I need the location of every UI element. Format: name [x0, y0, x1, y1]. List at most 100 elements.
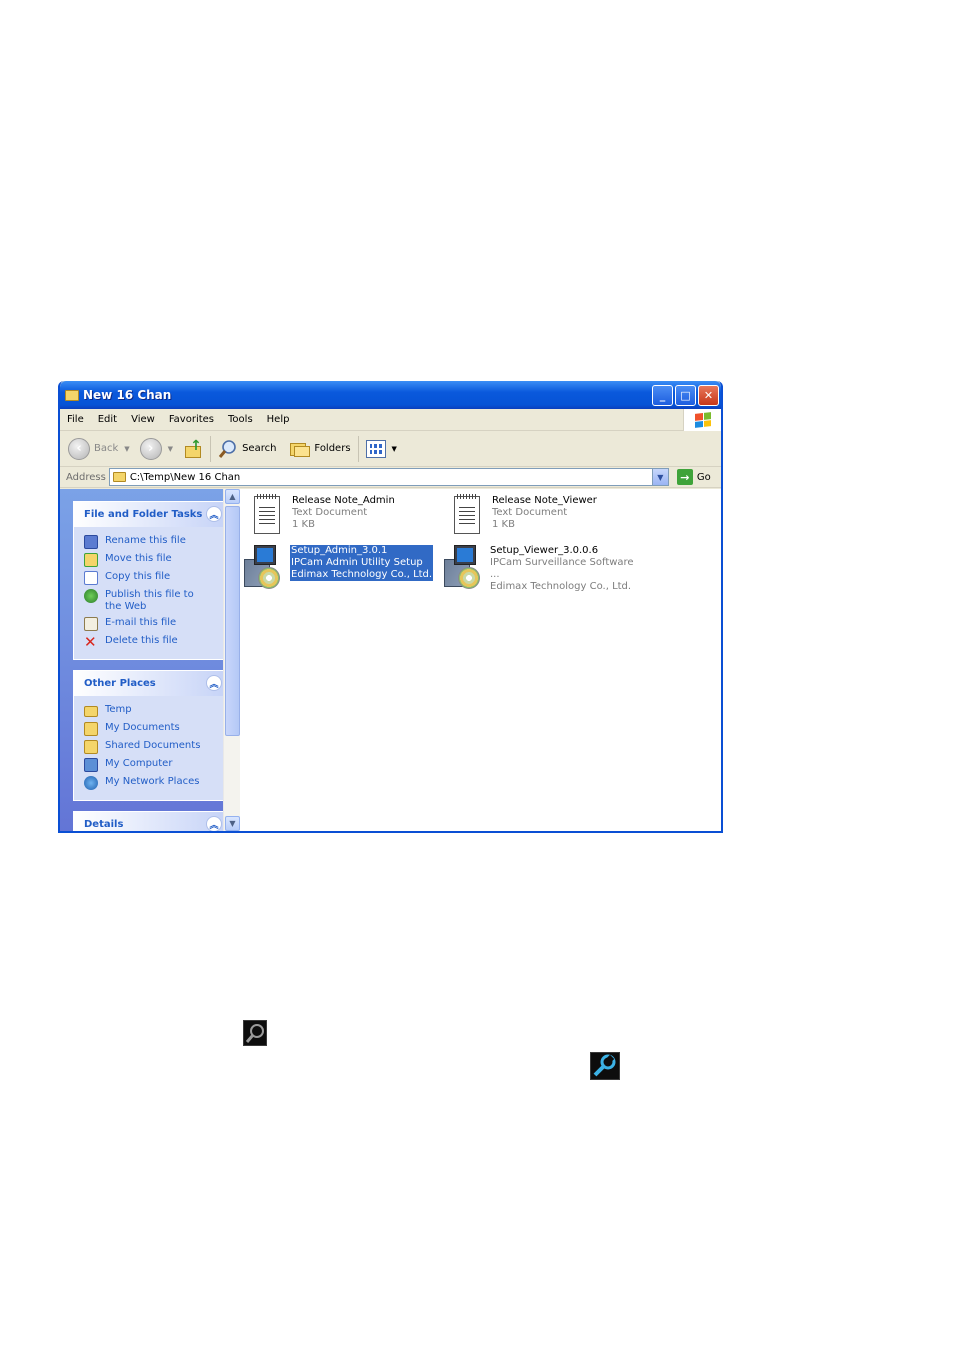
file-size: 1 KB [492, 519, 515, 530]
move-icon [84, 553, 98, 567]
search-button[interactable]: Search [242, 443, 276, 454]
chevron-down-icon[interactable]: ▼ [651, 469, 668, 485]
menu-edit[interactable]: Edit [91, 414, 124, 425]
panel-header[interactable]: Details ︽ [74, 812, 226, 831]
my-computer-icon [84, 758, 98, 772]
task-move[interactable]: Move this file [84, 553, 226, 571]
toolbar: ‹ Back ▼ › ▼ ↑ Search Folders ▼ [60, 431, 721, 467]
text-document-icon [250, 494, 284, 535]
file-item[interactable]: Setup_Viewer_3.0.0.6 IPCam Surveillance … [444, 545, 644, 593]
file-item[interactable]: Release Note_Viewer Text Document 1 KB [450, 494, 650, 535]
search-icon[interactable] [218, 439, 238, 459]
task-pane: File and Folder Tasks ︽ Rename this file… [60, 489, 240, 831]
minimize-button[interactable]: _ [652, 384, 673, 406]
shared-folder-icon [84, 740, 98, 754]
place-temp[interactable]: Temp [84, 704, 226, 722]
file-description: IPCam Surveillance Software ... [490, 557, 634, 580]
menu-bar: File Edit View Favorites Tools Help [60, 409, 721, 431]
file-company: Edimax Technology Co., Ltd. [490, 581, 632, 592]
delete-icon: ✕ [84, 633, 97, 651]
setup-installer-icon [444, 545, 484, 589]
my-documents-icon [84, 722, 98, 736]
wrench-icon [590, 1052, 620, 1080]
panel-header[interactable]: Other Places ︽ [74, 671, 226, 696]
address-input[interactable]: C:\Temp\New 16 Chan ▼ [108, 468, 669, 486]
back-arrow-icon[interactable]: ‹ [68, 437, 90, 460]
other-places-panel: Other Places ︽ Temp My Documents Shared … [73, 670, 227, 801]
folder-icon [112, 472, 126, 482]
text-document-icon [450, 494, 484, 535]
setup-installer-icon [244, 545, 284, 589]
folder-icon [84, 706, 98, 717]
explorer-window: New 16 Chan _ □ ✕ File Edit View Favorit… [58, 381, 723, 833]
file-name: Setup_Viewer_3.0.0.6 [490, 545, 599, 556]
details-panel: Details ︽ [73, 811, 227, 831]
menu-view[interactable]: View [124, 414, 162, 425]
toolbar-separator [357, 435, 359, 462]
task-pane-scrollbar[interactable]: ▲ ▼ [223, 489, 240, 831]
task-copy[interactable]: Copy this file [84, 571, 226, 589]
menu-favorites[interactable]: Favorites [162, 414, 221, 425]
email-icon [84, 617, 98, 631]
panel-title: File and Folder Tasks [84, 509, 203, 520]
back-dropdown-icon[interactable]: ▼ [124, 445, 129, 453]
folders-icon[interactable] [290, 440, 311, 458]
panel-title: Other Places [84, 678, 156, 689]
panel-title: Details [84, 819, 124, 830]
place-my-documents[interactable]: My Documents [84, 722, 226, 740]
window-title: New 16 Chan [83, 388, 172, 402]
forward-button[interactable]: › [139, 437, 162, 460]
file-name: Release Note_Viewer [492, 495, 597, 506]
task-rename[interactable]: Rename this file [84, 535, 226, 553]
toolbar-separator [210, 435, 212, 462]
title-bar[interactable]: New 16 Chan _ □ ✕ [60, 381, 721, 409]
go-arrow-icon: → [676, 469, 693, 485]
file-item[interactable]: Release Note_Admin Text Document 1 KB [250, 494, 450, 535]
up-folder-icon[interactable]: ↑ [183, 438, 203, 460]
place-shared-documents[interactable]: Shared Documents [84, 740, 226, 758]
address-bar: Address C:\Temp\New 16 Chan ▼ → Go [60, 467, 721, 488]
panel-header[interactable]: File and Folder Tasks ︽ [74, 502, 226, 527]
task-publish[interactable]: Publish this file to the Web [84, 589, 226, 613]
place-network[interactable]: My Network Places [84, 776, 226, 794]
collapse-icon[interactable]: ︽ [206, 816, 222, 831]
go-button[interactable]: → Go [676, 469, 711, 485]
scroll-up-button[interactable]: ▲ [225, 489, 240, 504]
close-button[interactable]: ✕ [698, 384, 719, 406]
views-dropdown-icon[interactable]: ▼ [392, 445, 397, 453]
place-my-computer[interactable]: My Computer [84, 758, 226, 776]
file-list: Release Note_Admin Text Document 1 KB Re… [240, 489, 721, 831]
scroll-down-button[interactable]: ▼ [225, 816, 240, 831]
file-type: Text Document [292, 507, 368, 518]
back-button[interactable]: Back [94, 443, 118, 454]
folders-button[interactable]: Folders [314, 443, 350, 454]
forward-dropdown-icon[interactable]: ▼ [168, 445, 173, 453]
collapse-icon[interactable]: ︽ [206, 675, 222, 691]
menu-tools[interactable]: Tools [221, 414, 260, 425]
publish-web-icon [84, 589, 98, 603]
file-company: Edimax Technology Co., Ltd. [291, 569, 433, 580]
scroll-thumb[interactable] [225, 506, 240, 736]
copy-icon [84, 571, 98, 585]
go-label: Go [696, 471, 711, 483]
file-name: Setup_Admin_3.0.1 [291, 545, 388, 556]
menu-help[interactable]: Help [260, 414, 297, 425]
file-size: 1 KB [292, 519, 315, 530]
file-description: IPCam Admin Utility Setup [291, 557, 423, 568]
file-folder-tasks-panel: File and Folder Tasks ︽ Rename this file… [73, 501, 227, 660]
search-icon [243, 1020, 267, 1046]
network-icon [84, 776, 98, 790]
folder-icon [65, 389, 79, 401]
file-name: Release Note_Admin [292, 495, 395, 506]
menu-file[interactable]: File [60, 414, 91, 425]
views-icon[interactable] [365, 439, 386, 458]
maximize-button[interactable]: □ [675, 384, 696, 406]
file-type: Text Document [492, 507, 568, 518]
task-delete[interactable]: ✕ Delete this file [84, 635, 226, 653]
task-email[interactable]: E-mail this file [84, 617, 226, 635]
file-item-selected[interactable]: Setup_Admin_3.0.1 IPCam Admin Utility Se… [244, 545, 444, 589]
address-label: Address [66, 471, 106, 483]
rename-icon [84, 535, 98, 549]
collapse-icon[interactable]: ︽ [206, 506, 222, 522]
address-path: C:\Temp\New 16 Chan [129, 471, 241, 483]
